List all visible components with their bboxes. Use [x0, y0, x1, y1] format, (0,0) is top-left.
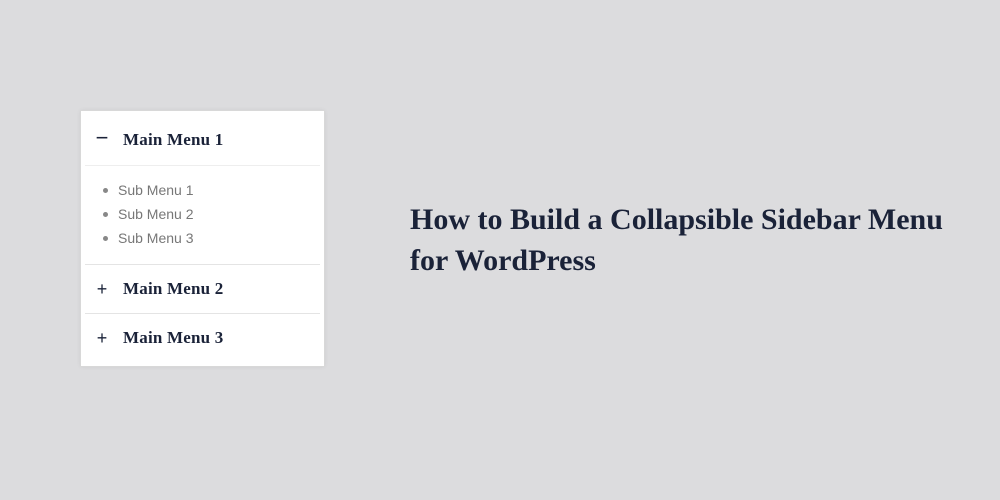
menu-item-2: + Main Menu 2: [85, 265, 320, 314]
sub-menu-label: Sub Menu 2: [118, 206, 194, 222]
menu-label: Main Menu 3: [123, 328, 223, 348]
bullet-icon: [103, 188, 108, 193]
sub-menu-item[interactable]: Sub Menu 2: [85, 202, 320, 226]
menu-header-1[interactable]: − Main Menu 1: [85, 115, 320, 165]
sub-menu-list: Sub Menu 1 Sub Menu 2 Sub Menu 3: [85, 165, 320, 264]
menu-header-2[interactable]: + Main Menu 2: [85, 265, 320, 313]
sub-menu-label: Sub Menu 3: [118, 230, 194, 246]
collapse-icon: −: [91, 127, 113, 149]
sub-menu-item[interactable]: Sub Menu 1: [85, 178, 320, 202]
menu-header-3[interactable]: + Main Menu 3: [85, 314, 320, 362]
expand-icon: +: [91, 329, 113, 347]
bullet-icon: [103, 212, 108, 217]
page-title: How to Build a Collapsible Sidebar Menu …: [410, 200, 950, 281]
menu-label: Main Menu 1: [123, 130, 223, 150]
expand-icon: +: [91, 280, 113, 298]
menu-item-1: − Main Menu 1 Sub Menu 1 Sub Menu 2 Sub …: [85, 115, 320, 265]
menu-item-3: + Main Menu 3: [85, 314, 320, 362]
sidebar-menu: − Main Menu 1 Sub Menu 1 Sub Menu 2 Sub …: [80, 110, 325, 367]
sub-menu-item[interactable]: Sub Menu 3: [85, 226, 320, 250]
bullet-icon: [103, 236, 108, 241]
sub-menu-label: Sub Menu 1: [118, 182, 194, 198]
menu-label: Main Menu 2: [123, 279, 223, 299]
